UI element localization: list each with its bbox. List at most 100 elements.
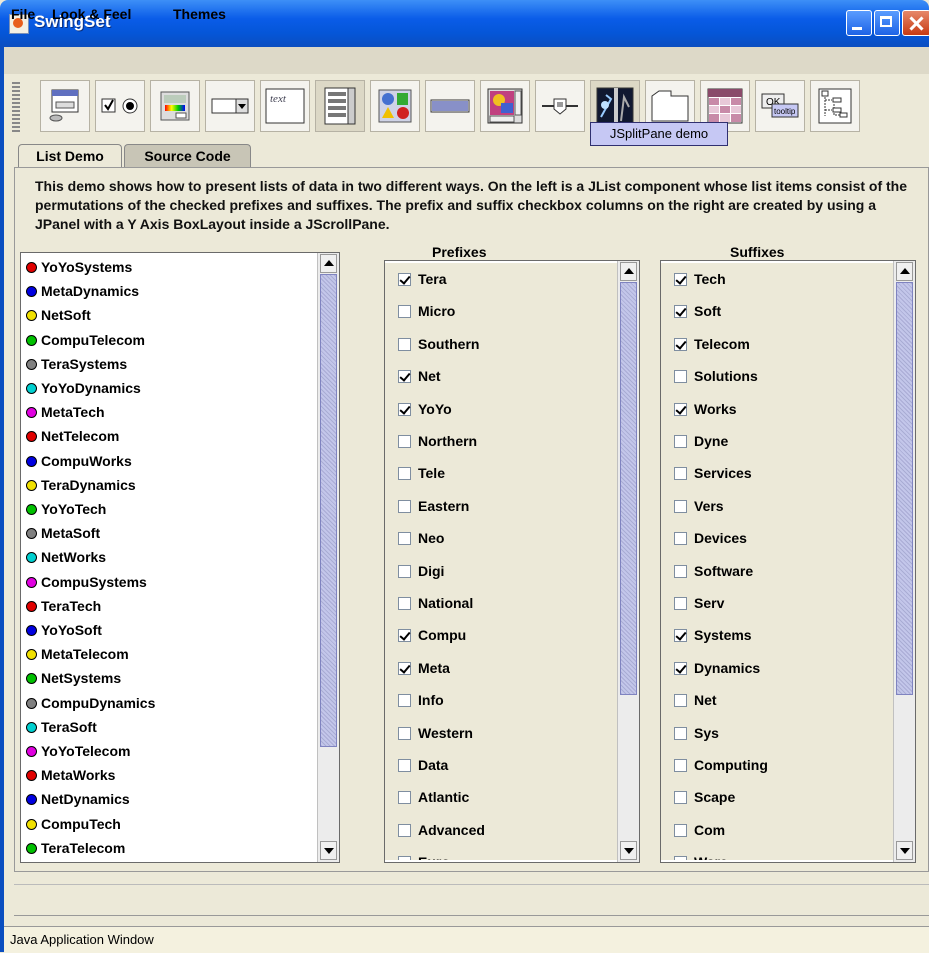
prefix-checkbox[interactable]: Info [385, 684, 444, 716]
prefix-checkbox[interactable]: Digi [385, 555, 444, 587]
combobox-demo-button[interactable] [205, 80, 255, 132]
checkbox-unchecked-icon[interactable] [398, 694, 411, 708]
prefix-checkbox[interactable]: Micro [385, 295, 455, 327]
prefix-checkbox[interactable]: Data [385, 749, 448, 781]
suffix-checkbox[interactable]: Vers [661, 490, 724, 522]
suffixes-scroll-thumb[interactable] [896, 282, 913, 695]
list-item[interactable]: NetDynamics [21, 787, 130, 811]
slider-demo-button[interactable] [535, 80, 585, 132]
checkbox-unchecked-icon[interactable] [398, 564, 411, 578]
tab-list-demo[interactable]: List Demo [18, 144, 122, 167]
checkbox-checked-icon[interactable] [674, 661, 687, 675]
list-item[interactable]: MetaTelecom [21, 642, 129, 666]
checkbox-checked-icon[interactable] [398, 273, 411, 286]
suffix-checkbox[interactable]: Services [661, 457, 752, 489]
prefix-checkbox[interactable]: YoYo [385, 393, 452, 425]
title-bar[interactable] [0, 0, 929, 47]
prefix-checkbox[interactable]: Tele [385, 457, 445, 489]
list-item[interactable]: TeraTelecom [21, 836, 125, 860]
checkbox-checked-icon[interactable] [398, 370, 411, 384]
prefix-checkbox[interactable]: Atlantic [385, 781, 469, 813]
checkbox-unchecked-icon[interactable] [674, 791, 687, 805]
list-demo-button[interactable] [315, 80, 365, 132]
prefix-checkbox[interactable]: Northern [385, 425, 477, 457]
list-item[interactable]: NetWorks [21, 545, 106, 569]
list-item[interactable]: YoYoTelecom [21, 739, 130, 763]
prefix-checkbox[interactable]: Advanced [385, 814, 485, 846]
checkbox-unchecked-icon[interactable] [398, 435, 411, 448]
checkbox-unchecked-icon[interactable] [674, 564, 687, 578]
checkbox-checked-icon[interactable] [398, 661, 411, 675]
internal-frame-demo-button[interactable] [40, 80, 90, 132]
list-item[interactable]: TeraDynamics [21, 473, 136, 497]
list-scroll-up-button[interactable] [320, 254, 337, 273]
maximize-button[interactable] [874, 10, 900, 36]
checkbox-unchecked-icon[interactable] [398, 597, 411, 610]
list-item[interactable]: CompuWorks [21, 449, 132, 473]
list-item[interactable]: YoYoDynamics [21, 376, 141, 400]
list-item[interactable]: CompuSystems [21, 570, 147, 594]
prefix-checkbox[interactable]: Euro [385, 846, 450, 860]
prefix-checkbox[interactable]: Neo [385, 522, 444, 554]
suffix-checkbox[interactable]: Tech [661, 263, 726, 295]
suffix-checkbox[interactable]: Systems [661, 619, 752, 651]
checkbox-unchecked-icon[interactable] [398, 791, 411, 805]
suffix-checkbox[interactable]: Telecom [661, 328, 750, 360]
prefixes-scroll-pane[interactable]: Tera Micro Southern Net YoYo Northern Tele East… [384, 260, 640, 863]
list-scroll-thumb[interactable] [320, 274, 337, 747]
tab-source-code[interactable]: Source Code [124, 144, 251, 167]
list-item[interactable]: TeraTech [21, 594, 101, 618]
checkbox-unchecked-icon[interactable] [398, 726, 411, 740]
checkbox-checked-icon[interactable] [398, 402, 411, 416]
minimize-button[interactable] [846, 10, 872, 36]
suffix-checkbox[interactable]: Computing [661, 749, 768, 781]
checkbox-checked-icon[interactable] [674, 273, 687, 286]
list-item[interactable]: CompuDynamics [21, 691, 155, 715]
prefix-checkbox[interactable]: Eastern [385, 490, 469, 522]
checkbox-unchecked-icon[interactable] [674, 597, 687, 610]
suffix-checkbox[interactable]: Dynamics [661, 652, 760, 684]
checkbox-unchecked-icon[interactable] [398, 337, 411, 351]
checkbox-unchecked-icon[interactable] [398, 467, 411, 481]
progress-bar-demo-button[interactable] [425, 80, 475, 132]
list-item[interactable]: CompuTech [21, 812, 121, 836]
suffix-checkbox[interactable]: Sys [661, 717, 719, 749]
checkbox-checked-icon[interactable] [674, 337, 687, 351]
checkbox-unchecked-icon[interactable] [674, 499, 687, 513]
suffixes-scroll-pane[interactable]: Tech Soft Telecom Solutions Works Dyne Service… [660, 260, 916, 863]
checkbox-unchecked-icon[interactable] [398, 499, 411, 513]
suffix-checkbox[interactable]: Com [661, 814, 725, 846]
list-item[interactable]: YoYoTech [21, 497, 106, 521]
suffix-checkbox[interactable]: Dyne [661, 425, 728, 457]
suffix-checkbox[interactable]: Works [661, 393, 737, 425]
checkbox-unchecked-icon[interactable] [398, 759, 411, 772]
checkbox-checked-icon[interactable] [674, 629, 687, 643]
list-item[interactable]: MetaWorks [21, 763, 115, 787]
list-item[interactable]: YoYoSystems [21, 255, 132, 279]
prefixes-scroll-thumb[interactable] [620, 282, 637, 695]
checkbox-checked-icon[interactable] [398, 629, 411, 643]
suffix-checkbox[interactable]: Devices [661, 522, 747, 554]
checkbox-unchecked-icon[interactable] [674, 467, 687, 481]
list-scrollbar[interactable] [317, 253, 339, 862]
list-item[interactable]: NetTelecom [21, 424, 119, 448]
permutations-list[interactable]: YoYoSystems MetaDynamics NetSoft CompuTelec… [20, 252, 340, 863]
prefix-checkbox[interactable]: Southern [385, 328, 479, 360]
list-item[interactable]: TeraSoft [21, 715, 97, 739]
toolbar-grip[interactable] [12, 82, 20, 132]
checkbox-unchecked-icon[interactable] [674, 435, 687, 448]
checkbox-unchecked-icon[interactable] [674, 856, 687, 860]
checkbox-checked-icon[interactable] [674, 402, 687, 416]
menu-file[interactable]: File [11, 6, 35, 22]
close-button[interactable] [902, 10, 929, 36]
checkbox-unchecked-icon[interactable] [674, 694, 687, 708]
list-item[interactable]: MetaSoft [21, 521, 100, 545]
suffixes-scroll-down-button[interactable] [896, 841, 913, 860]
checkbox-unchecked-icon[interactable] [674, 726, 687, 740]
suffixes-scrollbar[interactable] [893, 261, 915, 862]
prefixes-scrollbar[interactable] [617, 261, 639, 862]
prefix-checkbox[interactable]: Western [385, 717, 473, 749]
list-item[interactable]: MetaTech [21, 400, 105, 424]
suffix-checkbox[interactable]: Serv [661, 587, 724, 619]
checkbox-unchecked-icon[interactable] [398, 823, 411, 837]
